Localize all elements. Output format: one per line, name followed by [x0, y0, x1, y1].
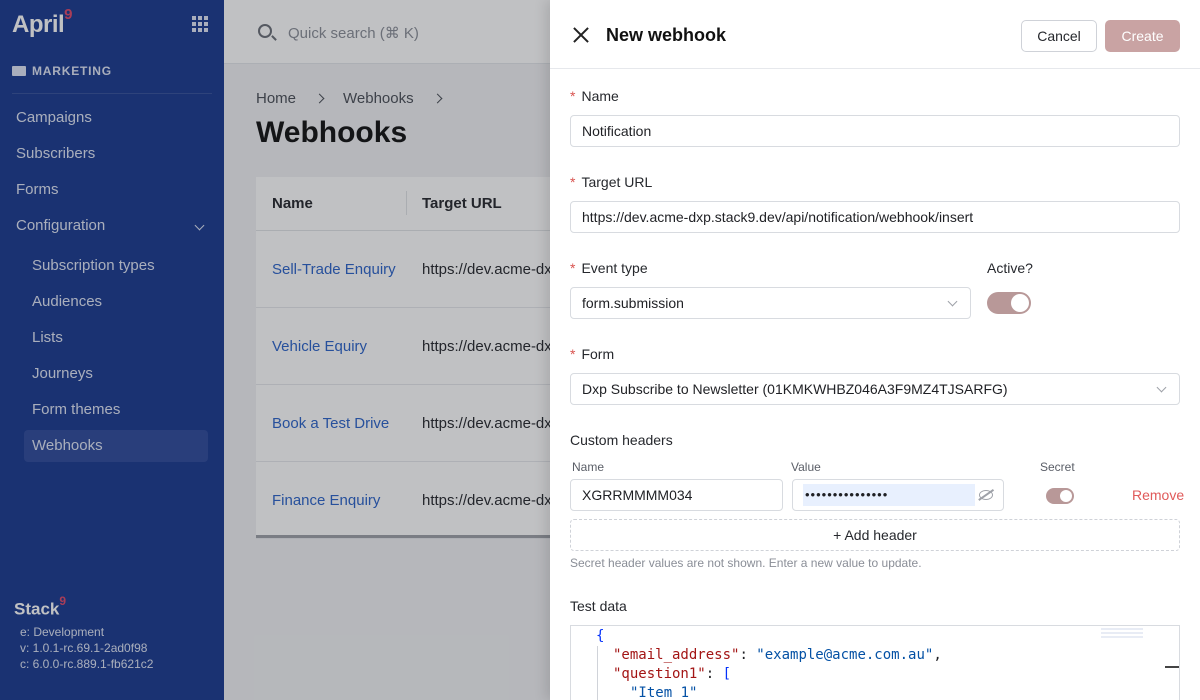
form-label: * Form [570, 346, 615, 362]
indent-guide [597, 686, 598, 700]
event-type-select[interactable]: form.submission [570, 287, 971, 319]
remove-header-button[interactable]: Remove [1132, 487, 1184, 503]
add-header-button[interactable]: + Add header [570, 519, 1180, 551]
drawer-title: New webhook [606, 25, 727, 45]
header-name-field[interactable]: XGRRMMMM034 [570, 479, 783, 511]
header-value-col: Value [791, 460, 821, 474]
active-label: Active? [987, 260, 1033, 276]
new-webhook-drawer: New webhook Cancel Create * Name Notifica… [550, 0, 1200, 700]
drawer-header: New webhook Cancel Create [550, 0, 1200, 69]
active-toggle[interactable] [987, 292, 1031, 314]
target-url-label: * Target URL [570, 174, 653, 190]
test-data-editor[interactable]: { "email_address": "example@acme.com.au"… [570, 625, 1180, 700]
secret-toggle[interactable] [1046, 488, 1074, 504]
chevron-down-icon [1156, 382, 1167, 393]
scroll-indicator [1165, 666, 1179, 668]
chevron-down-icon [947, 296, 958, 307]
test-data-label: Test data [570, 598, 627, 614]
cancel-button[interactable]: Cancel [1021, 20, 1097, 52]
name-field[interactable]: Notification [570, 115, 1180, 147]
event-type-label: * Event type [570, 260, 648, 276]
secret-hint: Secret header values are not shown. Ente… [570, 556, 922, 570]
header-name-col: Name [572, 460, 605, 474]
form-select[interactable]: Dxp Subscribe to Newsletter (01KMKWHBZ04… [570, 373, 1180, 405]
header-secret-col: Secret [1040, 460, 1075, 474]
eye-off-icon[interactable] [979, 490, 993, 500]
custom-headers-label: Custom headers [570, 432, 673, 448]
close-icon[interactable] [572, 26, 590, 44]
header-value-field[interactable]: ••••••••••••••• [792, 479, 1004, 511]
name-label: * Name [570, 88, 619, 104]
target-url-field[interactable]: https://dev.acme-dxp.stack9.dev/api/noti… [570, 201, 1180, 233]
create-button[interactable]: Create [1105, 20, 1180, 52]
editor-minimap[interactable] [1101, 628, 1143, 640]
